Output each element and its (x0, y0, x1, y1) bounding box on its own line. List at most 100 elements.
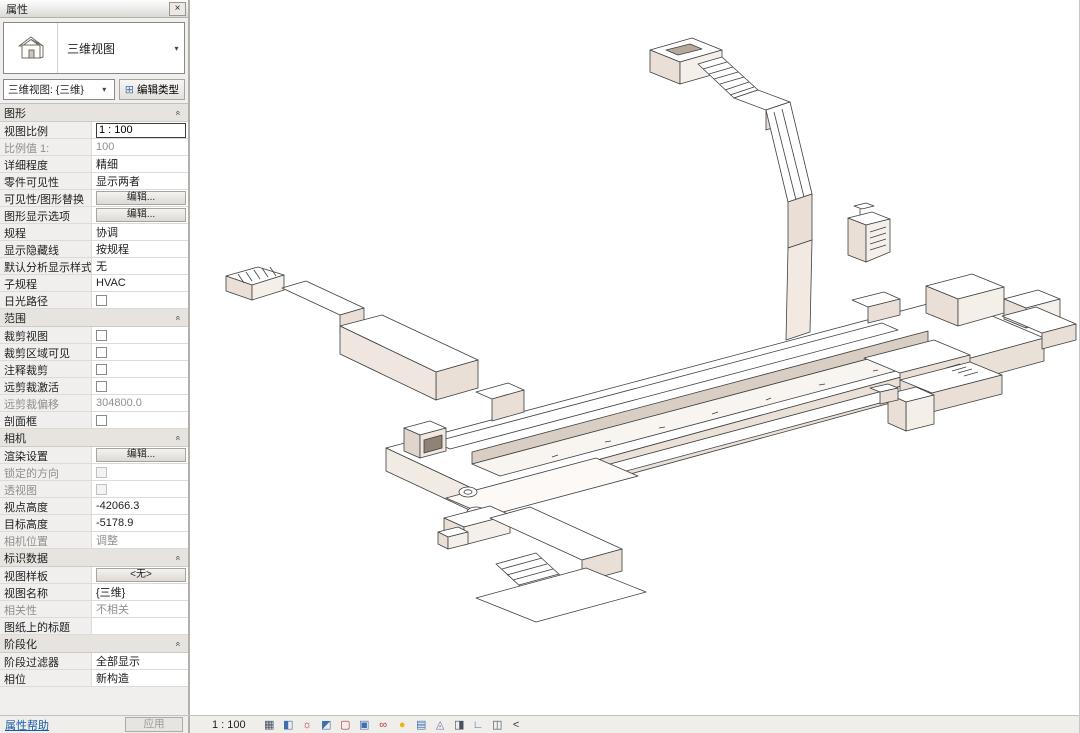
temporary-hide-isolate-icon[interactable]: ∞ (376, 717, 391, 732)
property-row: 渲染设置 编辑... (0, 447, 188, 464)
show-analytical-model-icon[interactable]: ◬ (433, 717, 448, 732)
edit-button[interactable]: 编辑... (96, 191, 186, 205)
property-label: 目标高度 (0, 515, 92, 531)
property-value[interactable] (92, 618, 188, 634)
status-bar: 属性帮助 应用 1 : 100 ▦ ◧ ☼ ◩ ▢ ▣ ∞ ● ▤ ◬ ◨ ∟ ◫ < (0, 715, 1079, 733)
section-header-phasing[interactable]: 阶段化 « (0, 635, 188, 653)
property-row: 锁定的方向 (0, 464, 188, 481)
view-selector-combo[interactable]: 三维视图: {三维} ▾ (3, 79, 115, 100)
property-row: 远剪裁激活 (0, 378, 188, 395)
property-label: 规程 (0, 224, 92, 240)
apply-button[interactable]: 应用 (125, 717, 183, 732)
reveal-hidden-elements-icon[interactable]: ● (395, 717, 410, 732)
crop-view-icon[interactable]: ▢ (338, 717, 353, 732)
property-row: 裁剪视图 (0, 327, 188, 344)
property-label: 远剪裁激活 (0, 378, 92, 394)
edit-type-button[interactable]: ⊞ 编辑类型 (118, 79, 185, 100)
highlight-displacement-sets-icon[interactable]: ◨ (452, 717, 467, 732)
checkbox[interactable] (96, 363, 107, 375)
worksharing-display-icon[interactable]: ◫ (490, 717, 505, 732)
property-value[interactable]: 协调 (92, 224, 188, 240)
close-icon[interactable]: × (169, 1, 186, 16)
visual-style-icon[interactable]: ◧ (281, 717, 296, 732)
collapse-chevron-icon[interactable]: « (173, 435, 183, 440)
collapse-chevron-icon[interactable]: « (173, 641, 183, 646)
checkbox[interactable] (96, 329, 107, 341)
shadows-icon[interactable]: ◩ (319, 717, 334, 732)
property-row: 子规程 HVAC (0, 275, 188, 292)
checkbox[interactable] (96, 294, 107, 306)
property-value[interactable]: 304800.0 (92, 395, 188, 411)
scale-button[interactable]: 1 : 100 (212, 719, 246, 731)
view-scale-input[interactable] (96, 122, 186, 138)
property-value (92, 327, 188, 343)
property-row: 相机位置 调整 (0, 532, 188, 549)
property-value[interactable]: 无 (92, 258, 188, 274)
property-value[interactable]: 全部显示 (92, 653, 188, 669)
edit-button[interactable]: 编辑... (96, 448, 186, 462)
checkbox[interactable] (96, 380, 107, 392)
property-grid: 图形 « 视图比例比例值 1:100详细程度精细零件可见性显示两者可见性/图形替换编… (0, 103, 188, 715)
property-row: 裁剪区域可见 (0, 344, 188, 361)
house-icon (4, 23, 58, 73)
property-value (92, 464, 188, 480)
3d-viewport[interactable] (190, 0, 1079, 715)
section-header-extents[interactable]: 范围 « (0, 309, 188, 327)
property-row: 远剪裁偏移 304800.0 (0, 395, 188, 412)
property-value: <无> (92, 567, 188, 583)
property-value (92, 378, 188, 394)
property-label: 锁定的方向 (0, 464, 92, 480)
property-label: 阶段过滤器 (0, 653, 92, 669)
expand-chevron-icon[interactable]: < (509, 717, 524, 732)
detail-level-icon[interactable]: ▦ (262, 717, 277, 732)
property-value[interactable]: 100 (92, 139, 188, 155)
property-label: 相位 (0, 670, 92, 686)
properties-titlebar[interactable]: 属性 × (0, 0, 188, 18)
property-value[interactable]: -5178.9 (92, 515, 188, 531)
property-value[interactable]: 精细 (92, 156, 188, 172)
property-value[interactable]: 显示两者 (92, 173, 188, 189)
property-label: 显示隐藏线 (0, 241, 92, 257)
collapse-chevron-icon[interactable]: « (173, 110, 183, 115)
property-value[interactable]: {三维} (92, 584, 188, 600)
property-label: 相机位置 (0, 532, 92, 548)
section-header-identity[interactable]: 标识数据 « (0, 549, 188, 567)
property-value[interactable]: 新构造 (92, 670, 188, 686)
property-label: 图形显示选项 (0, 207, 92, 223)
property-value (92, 344, 188, 360)
type-selector[interactable]: 三维视图 ▾ (3, 22, 185, 74)
collapse-chevron-icon[interactable]: « (173, 555, 183, 560)
property-value[interactable]: 调整 (92, 532, 188, 548)
temporary-view-properties-icon[interactable]: ▤ (414, 717, 429, 732)
properties-help-link[interactable]: 属性帮助 (5, 717, 49, 733)
property-row: 视图样板 <无> (0, 567, 188, 584)
property-label: 视点高度 (0, 498, 92, 514)
property-row: 零件可见性 显示两者 (0, 173, 188, 190)
checkbox[interactable] (96, 346, 107, 358)
checkbox[interactable] (96, 414, 107, 426)
property-value (92, 412, 188, 428)
edit-button[interactable]: 编辑... (96, 208, 186, 222)
property-row: 详细程度 精细 (0, 156, 188, 173)
chevron-down-icon: ▾ (102, 85, 107, 94)
panel-bottom: 属性帮助 应用 (0, 716, 190, 733)
show-crop-region-icon[interactable]: ▣ (357, 717, 372, 732)
section-header-camera[interactable]: 相机 « (0, 429, 188, 447)
edit-type-label: 编辑类型 (137, 84, 179, 96)
reveal-constraints-icon[interactable]: ∟ (471, 717, 486, 732)
type-label: 三维视图 (67, 41, 116, 56)
chevron-down-icon[interactable]: ▾ (169, 23, 184, 73)
property-value[interactable]: HVAC (92, 275, 188, 291)
property-label: 子规程 (0, 275, 92, 291)
edit-button[interactable]: <无> (96, 568, 186, 582)
property-value[interactable]: 按规程 (92, 241, 188, 257)
property-row: 规程 协调 (0, 224, 188, 241)
property-value[interactable]: -42066.3 (92, 498, 188, 514)
sun-path-icon[interactable]: ☼ (300, 717, 315, 732)
section-header-graphics[interactable]: 图形 « (0, 104, 188, 122)
property-label: 默认分析显示样式 (0, 258, 92, 274)
property-row: 日光路径 (0, 292, 188, 309)
collapse-chevron-icon[interactable]: « (173, 315, 183, 320)
property-row: 视点高度 -42066.3 (0, 498, 188, 515)
property-value[interactable]: 不相关 (92, 601, 188, 617)
